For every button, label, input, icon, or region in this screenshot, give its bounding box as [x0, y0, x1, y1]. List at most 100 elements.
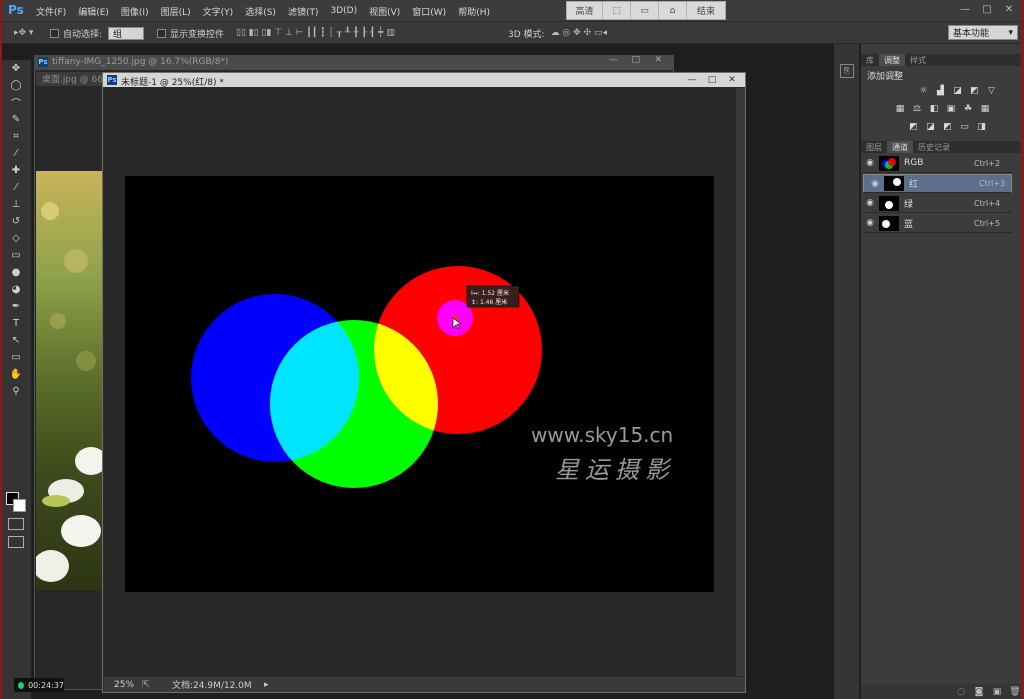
shape-tool-icon[interactable]: ▭	[0, 349, 32, 366]
gradient-map-icon[interactable]: ▭	[958, 121, 971, 132]
dodge-tool-icon[interactable]: ◕	[0, 281, 32, 298]
history-brush-tool-icon[interactable]: ↺	[0, 213, 32, 230]
menu-type[interactable]: 文字(Y)	[203, 5, 234, 18]
eye-icon[interactable]: ◉	[863, 158, 877, 168]
maximize-icon[interactable]: □	[703, 73, 721, 86]
menu-select[interactable]: 选择(S)	[245, 5, 276, 18]
levels-icon[interactable]: ▟	[934, 85, 947, 96]
background-document-titlebar[interactable]: Ps tiffany-IMG_1250.jpg @ 16.7%(RGB/8*) …	[34, 55, 674, 70]
hd-button[interactable]: 高清	[567, 2, 603, 19]
menu-layer[interactable]: 图层(L)	[161, 5, 191, 18]
posterize-icon[interactable]: ◪	[924, 121, 937, 132]
blur-tool-icon[interactable]: ●	[0, 264, 32, 281]
window-icon[interactable]: ▭	[631, 2, 659, 19]
show-transform-option[interactable]: 显示变换控件	[157, 26, 224, 40]
zoom-tool-icon[interactable]: ⚲	[0, 383, 32, 400]
close-icon[interactable]: ✕	[723, 73, 741, 86]
selective-color-icon[interactable]: ◨	[975, 121, 988, 132]
brush-tool-icon[interactable]: ⁄	[0, 179, 32, 196]
document-canvas[interactable]: I↔: 1.52 厘米 ↕: 1.46 厘米 www.sky15.cn 星运摄影	[125, 176, 714, 592]
share-icon[interactable]: ⇱	[142, 680, 172, 690]
path-select-tool-icon[interactable]: ↖	[0, 332, 32, 349]
channel-row-red[interactable]: ◉ 红 Ctrl+3	[863, 174, 1012, 193]
workspace-dropdown[interactable]: 基本功能 ▾	[948, 25, 1018, 40]
home-icon[interactable]: ⌂	[659, 2, 687, 19]
eye-icon[interactable]: ◉	[868, 179, 882, 189]
healing-tool-icon[interactable]: ✚	[0, 162, 32, 179]
quick-select-tool-icon[interactable]: ✎	[0, 111, 32, 128]
active-document-titlebar[interactable]: Ps 未标题-1 @ 25%(红/8) * — □ ✕	[103, 73, 745, 88]
auto-select-value[interactable]: 组	[108, 26, 144, 40]
background-doc-tab[interactable]: 桌面.jpg @ 66.7%	[36, 72, 106, 86]
channel-row-rgb[interactable]: ◉ RGB Ctrl+2	[863, 154, 1012, 173]
menu-3d[interactable]: 3D(D)	[330, 6, 357, 16]
maximize-icon[interactable]: □	[631, 55, 640, 65]
menu-help[interactable]: 帮助(H)	[458, 5, 490, 18]
auto-select-dropdown[interactable]: 组	[108, 26, 144, 40]
menu-edit[interactable]: 编辑(E)	[78, 5, 109, 18]
eye-icon[interactable]: ◉	[863, 218, 877, 228]
vertical-scrollbar[interactable]	[736, 88, 745, 676]
load-selection-icon[interactable]: ◌	[952, 687, 970, 697]
move-tool-icon[interactable]: ✥	[0, 60, 32, 77]
black-white-icon[interactable]: ◧	[928, 103, 941, 114]
color-balance-icon[interactable]: ⚖	[911, 103, 924, 114]
minimize-icon[interactable]: —	[954, 0, 976, 18]
menu-image[interactable]: 图像(I)	[121, 5, 149, 18]
eye-icon[interactable]: ◉	[863, 198, 877, 208]
photo-filter-icon[interactable]: ▣	[945, 103, 958, 114]
curves-icon[interactable]: ◪	[951, 85, 964, 96]
quick-mask-icon[interactable]	[8, 518, 24, 530]
tab-history[interactable]: 历史记录	[913, 141, 955, 153]
end-button[interactable]: 结束	[687, 2, 725, 19]
status-menu-arrow-icon[interactable]: ▸	[264, 680, 269, 690]
auto-select-checkbox[interactable]	[50, 28, 59, 38]
menu-view[interactable]: 视图(V)	[369, 5, 400, 18]
tab-adjustments[interactable]: 调整	[879, 54, 905, 66]
stamp-tool-icon[interactable]: ⊥	[0, 196, 32, 213]
lasso-tool-icon[interactable]: ⌒	[0, 94, 32, 111]
new-channel-icon[interactable]: ▣	[988, 687, 1006, 697]
hue-sat-icon[interactable]: ▦	[894, 103, 907, 114]
menu-file[interactable]: 文件(F)	[36, 5, 66, 18]
gradient-tool-icon[interactable]: ▭	[0, 247, 32, 264]
align-icon-group[interactable]: ▯▯ ▮▯ ▯▮ ⊤ ⊥ ⊢ ┃┃ ┇ ┆ ┰ ┸ ╂ ┠ ┨ ┿ ▥	[236, 28, 395, 38]
zoom-level[interactable]: 25%	[114, 680, 142, 690]
close-icon[interactable]: ✕	[998, 0, 1020, 18]
eyedropper-tool-icon[interactable]: ⁄	[0, 145, 32, 162]
pen-tool-icon[interactable]: ✒	[0, 298, 32, 315]
move-tool-preset-icon[interactable]: ▸✥ ▾	[14, 26, 33, 40]
minimize-icon[interactable]: —	[609, 55, 618, 65]
exposure-icon[interactable]: ◩	[968, 85, 981, 96]
background-color[interactable]	[13, 499, 26, 512]
hand-tool-icon[interactable]: ✋	[0, 366, 32, 383]
screen-mode-icon[interactable]	[8, 536, 24, 548]
select-region-icon[interactable]: ⬚	[603, 2, 631, 19]
auto-select-option[interactable]: 自动选择:	[50, 26, 102, 40]
color-lookup-icon[interactable]: ▦	[979, 103, 992, 114]
eraser-tool-icon[interactable]: ◇	[0, 230, 32, 247]
maximize-icon[interactable]: □	[976, 0, 998, 18]
history-panel-icon[interactable]: ⎘	[840, 64, 854, 78]
channel-row-green[interactable]: ◉ 绿 Ctrl+4	[863, 194, 1012, 213]
tab-libraries[interactable]: 库	[861, 54, 879, 66]
channel-mixer-icon[interactable]: ☘	[962, 103, 975, 114]
tab-layers[interactable]: 图层	[861, 141, 887, 153]
tab-channels[interactable]: 通道	[887, 141, 913, 153]
channel-row-blue[interactable]: ◉ 蓝 Ctrl+5	[863, 214, 1012, 233]
menu-filter[interactable]: 滤镜(T)	[288, 5, 319, 18]
type-tool-icon[interactable]: T	[0, 315, 32, 332]
foreground-background-swatch[interactable]	[6, 492, 28, 514]
tab-styles[interactable]: 样式	[905, 54, 931, 66]
close-icon[interactable]: ✕	[654, 55, 662, 65]
save-selection-icon[interactable]: ◙	[970, 687, 988, 697]
invert-icon[interactable]: ◩	[907, 121, 920, 132]
minimize-icon[interactable]: —	[683, 73, 701, 86]
marquee-tool-icon[interactable]: ◯	[0, 77, 32, 94]
brightness-icon[interactable]: ☼	[917, 85, 930, 96]
crop-tool-icon[interactable]: ⌗	[0, 128, 32, 145]
vibrance-icon[interactable]: ▽	[985, 85, 998, 96]
threshold-icon[interactable]: ◩	[941, 121, 954, 132]
show-transform-checkbox[interactable]	[157, 28, 166, 38]
3d-orbit-icons[interactable]: ☁ ◎ ✥ ✣ ▭◂	[551, 28, 607, 38]
